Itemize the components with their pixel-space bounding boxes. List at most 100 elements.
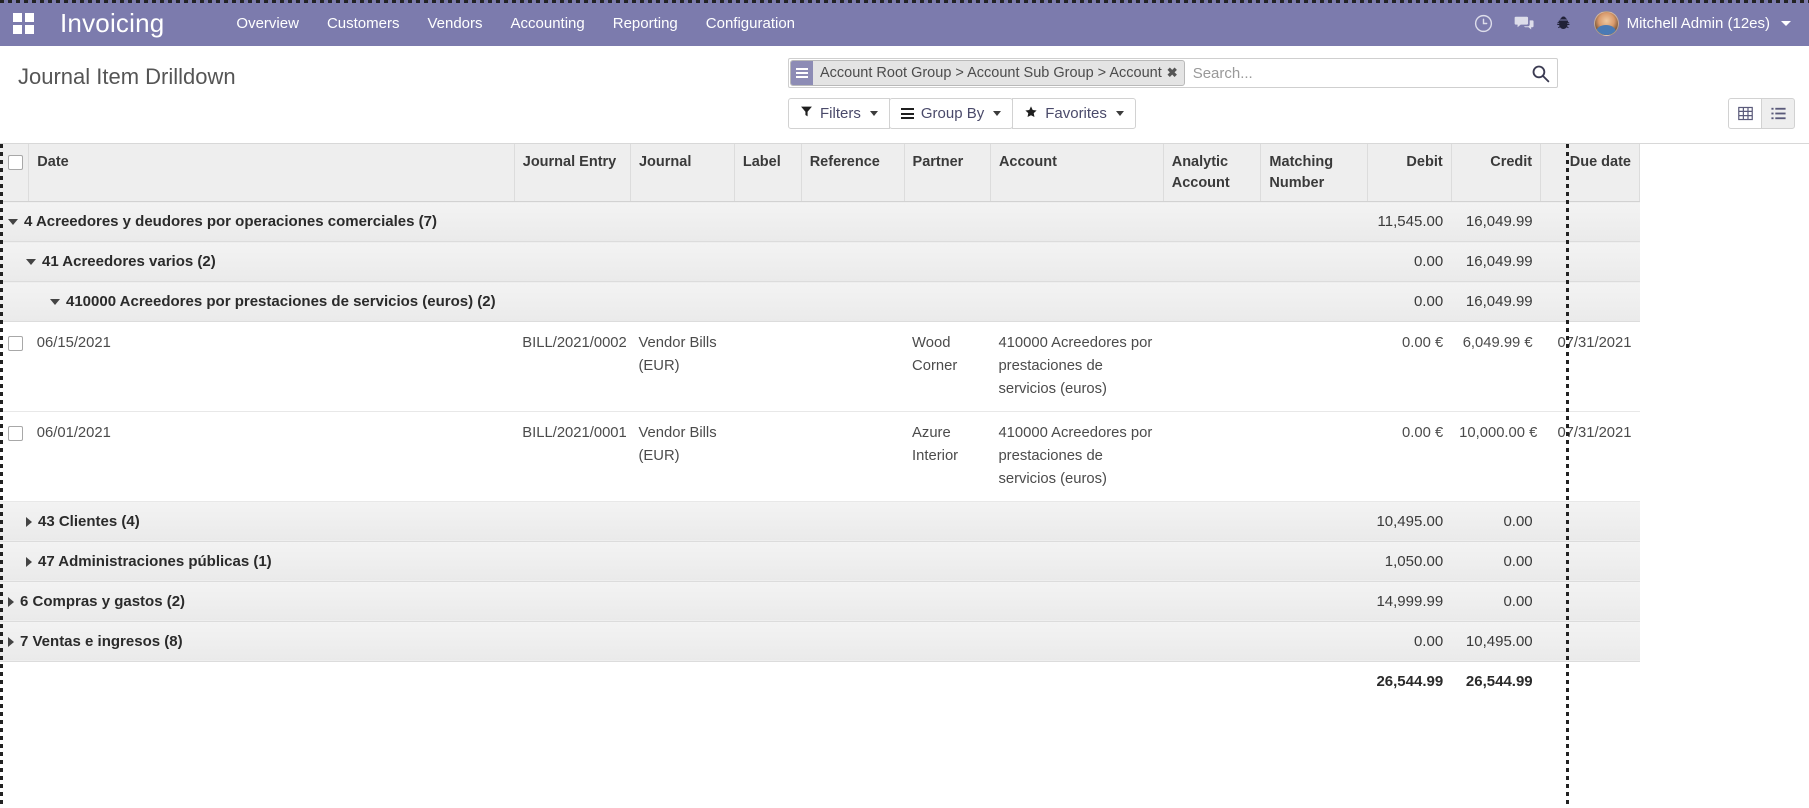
group-row[interactable]: 6 Compras y gastos (2) 14,999.99 0.00 (0, 580, 1640, 622)
column-header-date[interactable]: Date (28, 144, 515, 203)
group-row-label[interactable]: 41 Acreedores varios (2) (0, 241, 1368, 283)
group-credit: 10,495.00 (1451, 620, 1541, 662)
list-view-button[interactable] (1761, 98, 1795, 129)
column-header-matching-number[interactable]: Matching Number (1260, 144, 1369, 203)
group-row[interactable]: 41 Acreedores varios (2) 0.00 16,049.99 (0, 241, 1640, 283)
pivot-view-button[interactable] (1728, 98, 1762, 129)
row-select-cell (0, 411, 29, 502)
group-debit: 0.00 (1367, 620, 1452, 662)
total-debit: 26,544.99 (1367, 660, 1452, 702)
group-credit: 16,049.99 (1451, 201, 1541, 243)
group-debit: 11,545.00 (1367, 201, 1452, 243)
filters-button-label: Filters (820, 105, 861, 122)
cell-journal: Vendor Bills (EUR) (630, 321, 735, 412)
column-header-account[interactable]: Account (990, 144, 1164, 203)
group-row-label[interactable]: 6 Compras y gastos (2) (0, 580, 1368, 622)
table-row[interactable]: 06/01/2021 BILL/2021/0001 Vendor Bills (EU… (0, 411, 1640, 502)
total-credit: 26,544.99 (1451, 660, 1541, 702)
search-icon[interactable] (1523, 59, 1557, 87)
group-row[interactable]: 47 Administraciones públicas (1) 1,050.00… (0, 540, 1640, 582)
column-header-due-date[interactable]: Due date (1540, 144, 1640, 203)
column-header-partner[interactable]: Partner (904, 144, 991, 203)
group-row[interactable]: 43 Clientes (4) 10,495.00 0.00 (0, 500, 1640, 542)
group-due-date (1540, 241, 1640, 283)
group-credit: 16,049.99 (1451, 281, 1541, 323)
menu-item-reporting[interactable]: Reporting (599, 2, 692, 45)
menu-item-configuration[interactable]: Configuration (692, 2, 809, 45)
caret-right-icon (8, 596, 14, 607)
column-header-journal[interactable]: Journal (630, 144, 735, 203)
cell-debit: 0.00 € (1367, 321, 1452, 412)
group-row[interactable]: 4 Acreedores y deudores por operaciones … (0, 201, 1640, 243)
group-by-lines-icon (791, 61, 813, 85)
cell-debit: 0.00 € (1367, 411, 1452, 502)
filters-button[interactable]: Filters (788, 98, 890, 129)
view-switcher (1728, 98, 1795, 129)
column-header-analytic-account[interactable]: Analytic Account (1163, 144, 1262, 203)
group-row[interactable]: 7 Ventas e ingresos (8) 0.00 10,495.00 (0, 620, 1640, 662)
main-menu: Overview Customers Vendors Accounting Re… (222, 2, 809, 45)
cell-journal-entry: BILL/2021/0001 (514, 411, 631, 502)
table-header-row: Date Journal Entry Journal Label Referen… (0, 144, 1640, 203)
search-input[interactable] (1184, 59, 1523, 87)
bug-icon[interactable] (1544, 0, 1584, 46)
row-select-cell (0, 321, 29, 412)
column-header-debit[interactable]: Debit (1367, 144, 1452, 203)
group-row-label[interactable]: 7 Ventas e ingresos (8) (0, 620, 1368, 662)
group-credit: 16,049.99 (1451, 241, 1541, 283)
group-row-label[interactable]: 4 Acreedores y deudores por operaciones … (0, 201, 1368, 243)
cell-label (734, 321, 802, 412)
group-label-text: 41 Acreedores varios (2) (42, 253, 216, 271)
column-header-credit[interactable]: Credit (1451, 144, 1542, 203)
group-credit: 0.00 (1451, 580, 1541, 622)
clock-icon[interactable] (1464, 0, 1504, 46)
group-credit: 0.00 (1451, 500, 1541, 542)
avatar (1593, 10, 1619, 36)
group-label-text: 43 Clientes (4) (38, 512, 140, 530)
column-header-reference[interactable]: Reference (801, 144, 905, 203)
app-brand-title[interactable]: Invoicing (46, 8, 174, 39)
group-by-button-label: Group By (920, 105, 985, 122)
close-icon[interactable]: ✖ (1167, 61, 1184, 85)
select-all-checkbox[interactable] (8, 154, 23, 170)
group-due-date (1540, 540, 1640, 582)
chevron-down-icon (993, 111, 1002, 116)
cell-matching-number (1260, 321, 1368, 412)
group-row[interactable]: 410000 Acreedores por prestaciones de se… (0, 281, 1640, 323)
menu-item-accounting[interactable]: Accounting (497, 2, 599, 45)
table-footer: 26,544.99 26,544.99 (0, 660, 1640, 702)
row-checkbox[interactable] (8, 335, 23, 351)
cell-credit: 6,049.99 € (1451, 321, 1541, 412)
caret-right-icon (26, 516, 32, 527)
search-view[interactable]: Account Root Group > Account Sub Group >… (788, 58, 1558, 88)
chat-bubble-icon[interactable] (1504, 0, 1544, 46)
group-row-label[interactable]: 43 Clientes (4) (0, 500, 1368, 542)
user-name-label: Mitchell Admin (12es) (1626, 14, 1770, 32)
cell-analytic-account (1163, 411, 1261, 502)
column-header-label[interactable]: Label (734, 144, 802, 203)
group-debit: 1,050.00 (1367, 540, 1452, 582)
group-label-text: 47 Administraciones públicas (1) (38, 552, 272, 570)
apps-menu-button[interactable] (0, 0, 46, 46)
cell-account: 410000 Acreedores por prestaciones de se… (990, 321, 1164, 412)
group-debit: 14,999.99 (1367, 580, 1452, 622)
group-row-label[interactable]: 410000 Acreedores por prestaciones de se… (0, 281, 1368, 323)
totals-spacer (0, 660, 1368, 702)
group-credit: 0.00 (1451, 540, 1541, 582)
group-row-label[interactable]: 47 Administraciones públicas (1) (0, 540, 1368, 582)
column-header-journal-entry[interactable]: Journal Entry (514, 144, 631, 203)
table-row[interactable]: 06/15/2021 BILL/2021/0002 Vendor Bills (EU… (0, 321, 1640, 412)
group-label-text: 6 Compras y gastos (2) (20, 592, 186, 610)
search-facet-groupby[interactable]: Account Root Group > Account Sub Group >… (790, 60, 1185, 86)
menu-item-overview[interactable]: Overview (222, 2, 313, 45)
menu-item-vendors[interactable]: Vendors (413, 2, 496, 45)
cell-reference (801, 321, 905, 412)
row-checkbox[interactable] (8, 425, 23, 441)
favorites-button[interactable]: Favorites (1012, 98, 1136, 129)
group-due-date (1540, 620, 1640, 662)
cell-matching-number (1260, 411, 1368, 502)
group-by-button[interactable]: Group By (888, 98, 1014, 129)
user-menu[interactable]: Mitchell Admin (12es) (1584, 10, 1795, 36)
menu-item-customers[interactable]: Customers (313, 2, 414, 45)
navbar-right-group: Mitchell Admin (12es) (1464, 0, 1809, 46)
